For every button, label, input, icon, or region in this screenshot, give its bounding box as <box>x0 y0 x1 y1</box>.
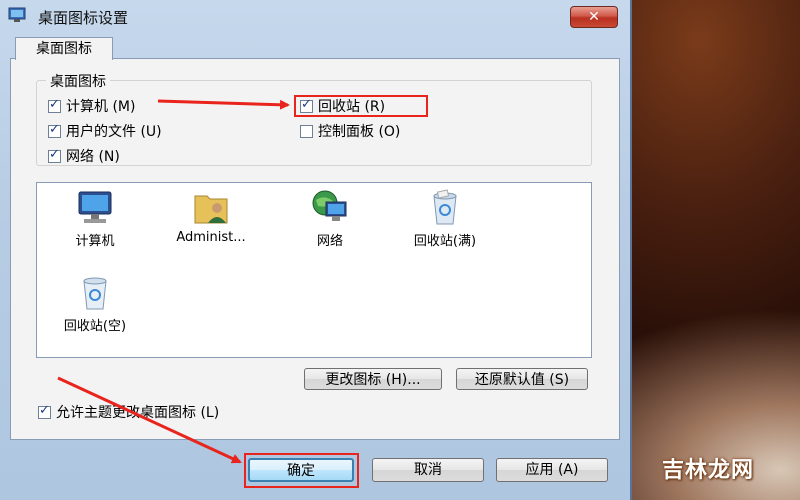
annotation-arrows <box>57 99 290 464</box>
watermark-text: 吉林龙网 <box>662 458 755 483</box>
annotation-arrow-to-recycle-bin <box>157 99 290 110</box>
annotation-arrow-to-ok <box>57 376 242 464</box>
tab-desktop-icons[interactable]: 桌面图标 <box>15 37 113 60</box>
